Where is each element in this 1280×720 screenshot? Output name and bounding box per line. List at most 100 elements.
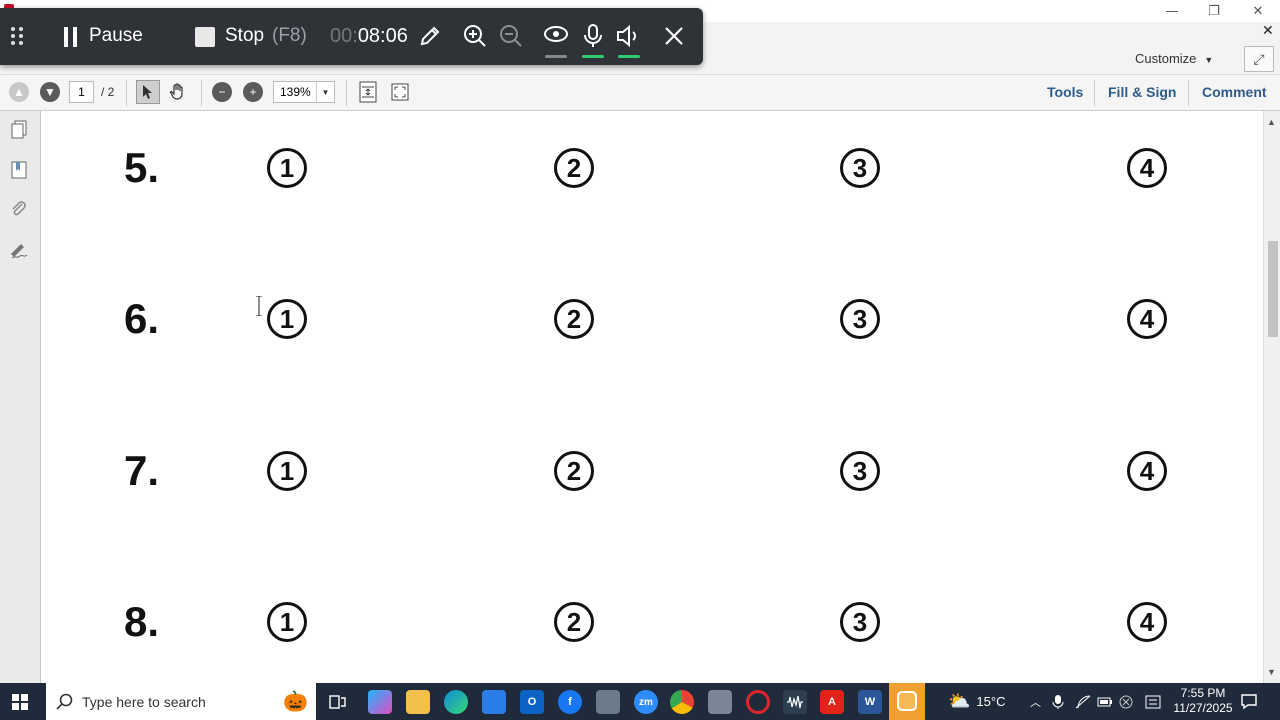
task-view-icon[interactable] (326, 690, 350, 714)
remote-app-icon[interactable] (596, 690, 620, 714)
recorder-toolbar: Pause Stop (F8) 00:08:06 (0, 8, 703, 65)
customize-menu[interactable]: Customize ▼ (1135, 51, 1213, 66)
question-row: 6. 1 2 3 4 (42, 289, 1263, 349)
speaker-icon[interactable] (615, 22, 643, 50)
language-input-icon[interactable] (1145, 683, 1161, 720)
scroll-down-icon[interactable]: ▼ (1267, 667, 1276, 677)
select-tool-icon[interactable] (136, 80, 160, 104)
tab-tools[interactable]: Tools (1047, 84, 1083, 100)
attachments-icon[interactable] (8, 199, 30, 221)
fit-page-icon[interactable] (357, 80, 379, 104)
notifications-icon[interactable] (1240, 692, 1258, 710)
tab-fill-sign[interactable]: Fill & Sign (1108, 84, 1176, 100)
mic-tray-icon[interactable] (1052, 683, 1064, 720)
option-bubble: 4 (1127, 299, 1167, 339)
option-bubble: 1 (267, 451, 307, 491)
hand-tool-icon[interactable] (166, 80, 190, 104)
zoom-out-recorder-icon[interactable] (497, 22, 525, 50)
network-icon[interactable] (1075, 683, 1091, 720)
file-manager-icon[interactable] (708, 690, 732, 714)
page-thumbnails-icon[interactable] (8, 119, 30, 141)
scroll-up-icon[interactable]: ▲ (1267, 117, 1276, 127)
page-number-input[interactable]: 1 (69, 81, 94, 103)
chrome-icon[interactable] (670, 690, 694, 714)
stop-button[interactable]: Stop (225, 25, 264, 47)
expand-icon[interactable]: ⤢ (1244, 46, 1274, 72)
option-bubble: 3 (840, 602, 880, 642)
file-explorer-icon[interactable] (406, 690, 430, 714)
taskbar: Type here to search 🎃 O f zm A W ⛅ 15°C … (0, 683, 1280, 720)
vertical-scrollbar[interactable]: ▲ ▼ (1263, 111, 1280, 683)
minimize-button[interactable]: — (1150, 0, 1194, 22)
store-icon[interactable] (482, 690, 506, 714)
page-total: / 2 (101, 85, 115, 99)
facebook-icon[interactable]: f (558, 690, 582, 714)
option-bubble: 2 (554, 299, 594, 339)
option-bubble: 2 (554, 602, 594, 642)
zoom-out-icon[interactable]: − (212, 82, 232, 102)
stop-shortcut: (F8) (272, 25, 307, 46)
pause-icon[interactable] (64, 27, 78, 47)
search-placeholder: Type here to search (82, 693, 206, 710)
text-cursor-icon (256, 296, 262, 316)
option-bubble: 4 (1127, 148, 1167, 188)
option-bubble: 1 (267, 299, 307, 339)
navigation-pane (0, 111, 41, 683)
outlook-icon[interactable]: O (520, 690, 544, 714)
document-view[interactable]: 5. 1 2 3 4 6. 1 2 3 4 7. 1 2 3 4 8. 1 2 … (42, 111, 1263, 683)
close-document-button[interactable]: ✕ (1262, 22, 1274, 39)
recorder-app-taskbar[interactable] (889, 683, 925, 720)
option-bubble: 4 (1127, 602, 1167, 642)
windows-start-icon[interactable] (12, 694, 28, 710)
word-icon[interactable]: W (858, 690, 882, 714)
search-icon (56, 693, 73, 710)
question-row: 5. 1 2 3 4 (42, 138, 1263, 198)
question-number: 5. (124, 144, 160, 191)
audio-editor-icon[interactable] (783, 690, 807, 714)
opera-icon[interactable] (746, 690, 770, 714)
show-hidden-icons-icon[interactable]: ︿ (1030, 683, 1041, 720)
scroll-thumb[interactable] (1268, 241, 1278, 337)
volume-muted-icon[interactable] (1119, 683, 1133, 720)
copilot-icon[interactable] (368, 690, 392, 714)
question-row: 7. 1 2 3 4 (42, 441, 1263, 501)
previous-page-icon[interactable]: ▲ (9, 82, 29, 102)
pumpkin-search-highlight-icon: 🎃 (283, 691, 308, 713)
pause-button[interactable]: Pause (89, 25, 143, 47)
edge-icon[interactable] (444, 690, 468, 714)
question-number: 6. (124, 295, 160, 342)
weather-widget[interactable]: ⛅ 15°C (948, 683, 1005, 720)
option-bubble: 1 (267, 148, 307, 188)
zoom-select[interactable]: 139% ▼ (273, 81, 335, 103)
zoom-in-recorder-icon[interactable] (461, 22, 489, 50)
question-number: 7. (124, 447, 160, 494)
next-page-icon[interactable]: ▼ (40, 82, 60, 102)
bookmarks-icon[interactable] (8, 159, 30, 181)
restore-button[interactable]: ❐ (1192, 0, 1236, 22)
main-toolbar (0, 75, 1280, 111)
option-bubble: 4 (1127, 451, 1167, 491)
tab-comment[interactable]: Comment (1202, 84, 1267, 100)
pen-icon[interactable] (416, 22, 444, 50)
option-bubble: 3 (840, 299, 880, 339)
close-recorder-icon[interactable] (660, 22, 688, 50)
question-row: 8. 1 2 3 4 (42, 592, 1263, 652)
option-bubble: 3 (840, 148, 880, 188)
full-screen-icon[interactable] (389, 80, 411, 104)
webcam-icon[interactable] (542, 22, 570, 50)
zoom-in-icon[interactable]: + (243, 82, 263, 102)
signatures-icon[interactable] (8, 239, 30, 261)
question-number: 8. (124, 598, 160, 645)
taskbar-search-box[interactable]: Type here to search 🎃 (46, 683, 316, 720)
microphone-icon[interactable] (579, 22, 607, 50)
system-clock[interactable]: 7:55 PM 11/27/2025 (1168, 686, 1238, 716)
zoom-app-icon[interactable]: zm (634, 690, 658, 714)
close-window-button[interactable]: ✕ (1236, 0, 1280, 22)
option-bubble: 3 (840, 451, 880, 491)
recording-timer: 00:08:06 (330, 25, 408, 47)
drag-handle-icon[interactable] (10, 26, 24, 51)
acrobat-icon[interactable]: A (820, 690, 844, 714)
option-bubble: 2 (554, 451, 594, 491)
stop-icon[interactable] (195, 27, 215, 47)
battery-icon[interactable] (1097, 683, 1113, 720)
